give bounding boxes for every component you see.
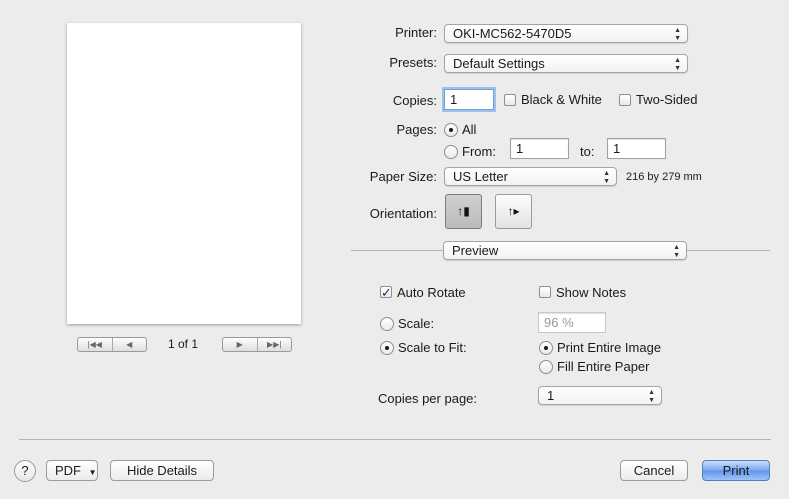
scale-to-fit-radio[interactable] bbox=[380, 341, 394, 355]
copies-per-page-value: 1 bbox=[547, 388, 555, 403]
copies-per-page-label: Copies per page: bbox=[378, 391, 478, 406]
updown-arrows-icon: ▲ ▼ bbox=[674, 27, 681, 42]
printer-popup[interactable]: OKI-MC562-5470D5 ▲ ▼ bbox=[444, 24, 688, 43]
page-preview bbox=[67, 23, 301, 324]
section-divider-left bbox=[351, 250, 443, 251]
pages-all-radio[interactable] bbox=[444, 123, 458, 137]
two-sided-label: Two-Sided bbox=[636, 92, 698, 107]
scale-field[interactable]: 96 % bbox=[538, 312, 606, 333]
scale-radio[interactable] bbox=[380, 317, 394, 331]
paper-dimensions: 216 by 279 mm bbox=[626, 171, 702, 183]
paper-size-label: Paper Size: bbox=[369, 169, 437, 184]
preview-nav-back: |◀◀ ◀ bbox=[77, 337, 147, 352]
print-entire-image-label: Print Entire Image bbox=[557, 340, 662, 355]
copies-field[interactable]: 1 bbox=[444, 89, 494, 110]
footer-divider bbox=[19, 439, 771, 440]
paper-size-value: US Letter bbox=[453, 169, 508, 184]
pages-from-label: From: bbox=[462, 144, 496, 159]
checkmark-icon: ✓ bbox=[381, 285, 392, 300]
auto-rotate-checkbox[interactable]: ✓ bbox=[380, 285, 392, 300]
pdf-menu-button[interactable]: PDF ▼ bbox=[46, 460, 98, 481]
pages-to-label: to: bbox=[580, 144, 595, 159]
pages-all-label: All bbox=[462, 122, 477, 137]
landscape-icon: ↑▸ bbox=[507, 204, 520, 218]
fill-entire-paper-label: Fill Entire Paper bbox=[557, 359, 650, 374]
section-popup[interactable]: Preview ▲ ▼ bbox=[443, 241, 687, 260]
updown-arrows-icon: ▲ ▼ bbox=[673, 244, 680, 259]
pages-label: Pages: bbox=[396, 122, 437, 137]
scale-label: Scale: bbox=[398, 316, 435, 331]
next-page-button[interactable]: ▶ bbox=[223, 338, 257, 351]
fill-entire-paper-radio[interactable] bbox=[539, 360, 553, 374]
two-sided-checkbox[interactable] bbox=[619, 94, 631, 106]
presets-value: Default Settings bbox=[453, 56, 545, 71]
page-indicator: 1 of 1 bbox=[168, 337, 199, 351]
printer-label: Printer: bbox=[395, 25, 437, 40]
pdf-label: PDF bbox=[55, 463, 81, 478]
section-divider-right bbox=[687, 250, 770, 251]
presets-label: Presets: bbox=[389, 55, 437, 70]
updown-arrows-icon: ▲ ▼ bbox=[603, 170, 610, 185]
pages-from-radio[interactable] bbox=[444, 145, 458, 159]
black-white-checkbox[interactable] bbox=[504, 94, 516, 106]
portrait-icon: ↑▮ bbox=[457, 204, 470, 218]
show-notes-label: Show Notes bbox=[556, 285, 627, 300]
orientation-label: Orientation: bbox=[369, 206, 437, 221]
copies-per-page-popup[interactable]: 1 ▲ ▼ bbox=[538, 386, 662, 405]
copies-label: Copies: bbox=[392, 93, 437, 108]
updown-arrows-icon: ▲ ▼ bbox=[674, 57, 681, 72]
hide-details-button[interactable]: Hide Details bbox=[110, 460, 214, 481]
dropdown-arrow-icon: ▼ bbox=[88, 468, 97, 477]
printer-value: OKI-MC562-5470D5 bbox=[453, 26, 572, 41]
preview-nav-forward: ▶ ▶▶| bbox=[222, 337, 292, 352]
pages-to-field[interactable]: 1 bbox=[607, 138, 666, 159]
show-notes-checkbox[interactable] bbox=[539, 286, 551, 298]
first-page-button[interactable]: |◀◀ bbox=[78, 338, 112, 351]
scale-to-fit-label: Scale to Fit: bbox=[398, 340, 467, 355]
section-value: Preview bbox=[452, 243, 499, 258]
auto-rotate-label: Auto Rotate bbox=[397, 285, 466, 300]
cancel-button[interactable]: Cancel bbox=[620, 460, 688, 481]
previous-page-button[interactable]: ◀ bbox=[111, 338, 147, 351]
print-entire-image-radio[interactable] bbox=[539, 341, 553, 355]
portrait-orientation-button[interactable]: ↑▮ bbox=[445, 194, 482, 229]
print-button[interactable]: Print bbox=[702, 460, 770, 481]
last-page-button[interactable]: ▶▶| bbox=[256, 338, 292, 351]
help-button[interactable]: ? bbox=[14, 460, 36, 482]
landscape-orientation-button[interactable]: ↑▸ bbox=[495, 194, 532, 229]
updown-arrows-icon: ▲ ▼ bbox=[648, 389, 655, 404]
presets-popup[interactable]: Default Settings ▲ ▼ bbox=[444, 54, 688, 73]
paper-size-popup[interactable]: US Letter ▲ ▼ bbox=[444, 167, 617, 186]
question-mark-icon: ? bbox=[21, 463, 29, 478]
black-white-label: Black & White bbox=[521, 92, 602, 107]
pages-from-field[interactable]: 1 bbox=[510, 138, 569, 159]
